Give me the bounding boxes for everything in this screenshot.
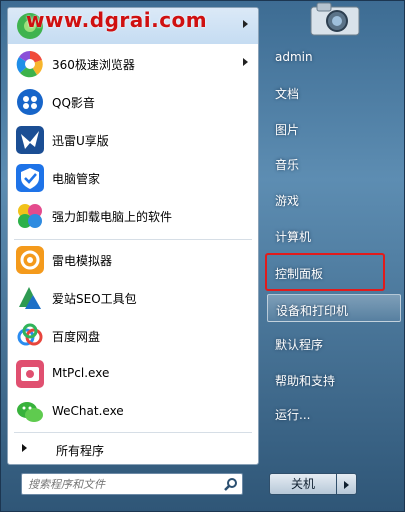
right-item-default-programs[interactable]: 默认程序 — [267, 329, 401, 357]
right-item-label: admin — [275, 50, 313, 64]
user-picture-icon[interactable] — [307, 1, 363, 37]
expand-arrow-icon — [22, 444, 27, 452]
qq-player-icon — [14, 86, 46, 118]
program-item-uninstaller[interactable]: 强力卸载电脑上的软件 — [8, 198, 258, 234]
program-label: 迅雷U享版 — [52, 134, 109, 148]
search-icon[interactable] — [224, 477, 238, 494]
baidu-netdisk-icon — [14, 320, 46, 352]
program-item-ldplayer[interactable]: 雷电模拟器 — [8, 242, 258, 278]
chevron-right-icon — [344, 481, 349, 489]
right-item-help-support[interactable]: 帮助和支持 — [267, 365, 401, 393]
submenu-arrow-icon — [243, 58, 248, 66]
program-list-pane: 360极速浏览器 QQ影音 迅雷U享版 电脑管家 强力卸载电脑上的软件 雷电模拟… — [7, 7, 259, 465]
right-item-music[interactable]: 音乐 — [267, 149, 401, 177]
shutdown-button[interactable]: 关机 — [269, 473, 337, 495]
right-item-label: 运行... — [275, 408, 311, 422]
search-input[interactable] — [28, 476, 218, 492]
right-item-label: 图片 — [275, 123, 300, 137]
program-label: 360极速浏览器 — [52, 58, 135, 72]
right-item-label: 设备和打印机 — [276, 304, 349, 318]
right-item-label: 默认程序 — [275, 338, 324, 352]
seo-toolkit-icon — [14, 282, 46, 314]
separator — [14, 432, 252, 433]
right-item-label: 计算机 — [275, 230, 312, 244]
start-menu: 360极速浏览器 QQ影音 迅雷U享版 电脑管家 强力卸载电脑上的软件 雷电模拟… — [0, 0, 405, 512]
watermark-text: www.dgrai.com — [26, 8, 208, 32]
program-item-seo-toolkit[interactable]: 爱站SEO工具包 — [8, 280, 258, 316]
program-item-pc-manager[interactable]: 电脑管家 — [8, 160, 258, 196]
right-item-label: 音乐 — [275, 158, 300, 172]
right-item-games[interactable]: 游戏 — [267, 185, 401, 213]
all-programs-label: 所有程序 — [56, 444, 105, 458]
submenu-arrow-icon — [243, 20, 248, 28]
all-programs-button[interactable]: 所有程序 — [8, 434, 258, 464]
highlight-box — [265, 253, 385, 291]
program-item-baidu-netdisk[interactable]: 百度网盘 — [8, 318, 258, 354]
program-item-mtpcl[interactable]: MtPcl.exe — [8, 356, 258, 392]
right-item-devices-printers[interactable]: 设备和打印机 — [267, 294, 401, 322]
mtpcl-icon — [14, 358, 46, 390]
program-item-xunlei[interactable]: 迅雷U享版 — [8, 122, 258, 158]
right-item-pictures[interactable]: 图片 — [267, 114, 401, 142]
right-item-computer[interactable]: 计算机 — [267, 221, 401, 249]
program-item-wechat[interactable]: WeChat.exe — [8, 394, 258, 430]
right-item-run[interactable]: 运行... — [267, 399, 401, 427]
program-label: 雷电模拟器 — [52, 254, 113, 268]
wechat-icon — [14, 396, 46, 428]
right-item-label: 文档 — [275, 87, 300, 101]
program-label: 百度网盘 — [52, 330, 101, 344]
uninstaller-icon — [14, 200, 46, 232]
search-box[interactable] — [21, 473, 243, 495]
right-item-label: 帮助和支持 — [275, 374, 336, 388]
program-label: QQ影音 — [52, 96, 95, 110]
right-item-documents[interactable]: 文档 — [267, 78, 401, 106]
xunlei-icon — [14, 124, 46, 156]
pc-manager-icon — [14, 162, 46, 194]
program-label: WeChat.exe — [52, 404, 124, 418]
right-item-label: 游戏 — [275, 194, 300, 208]
program-label: 电脑管家 — [52, 172, 101, 186]
program-label: MtPcl.exe — [52, 366, 110, 380]
program-label: 爱站SEO工具包 — [52, 292, 137, 306]
ldplayer-icon — [14, 244, 46, 276]
separator — [14, 239, 252, 240]
right-item-user[interactable]: admin — [267, 43, 401, 71]
program-item-360-browser[interactable]: 360极速浏览器 — [8, 46, 258, 82]
360-browser-icon — [14, 48, 46, 80]
program-item-qq-player[interactable]: QQ影音 — [8, 84, 258, 120]
shutdown-options-button[interactable] — [337, 473, 357, 495]
program-label: 强力卸载电脑上的软件 — [52, 210, 173, 224]
